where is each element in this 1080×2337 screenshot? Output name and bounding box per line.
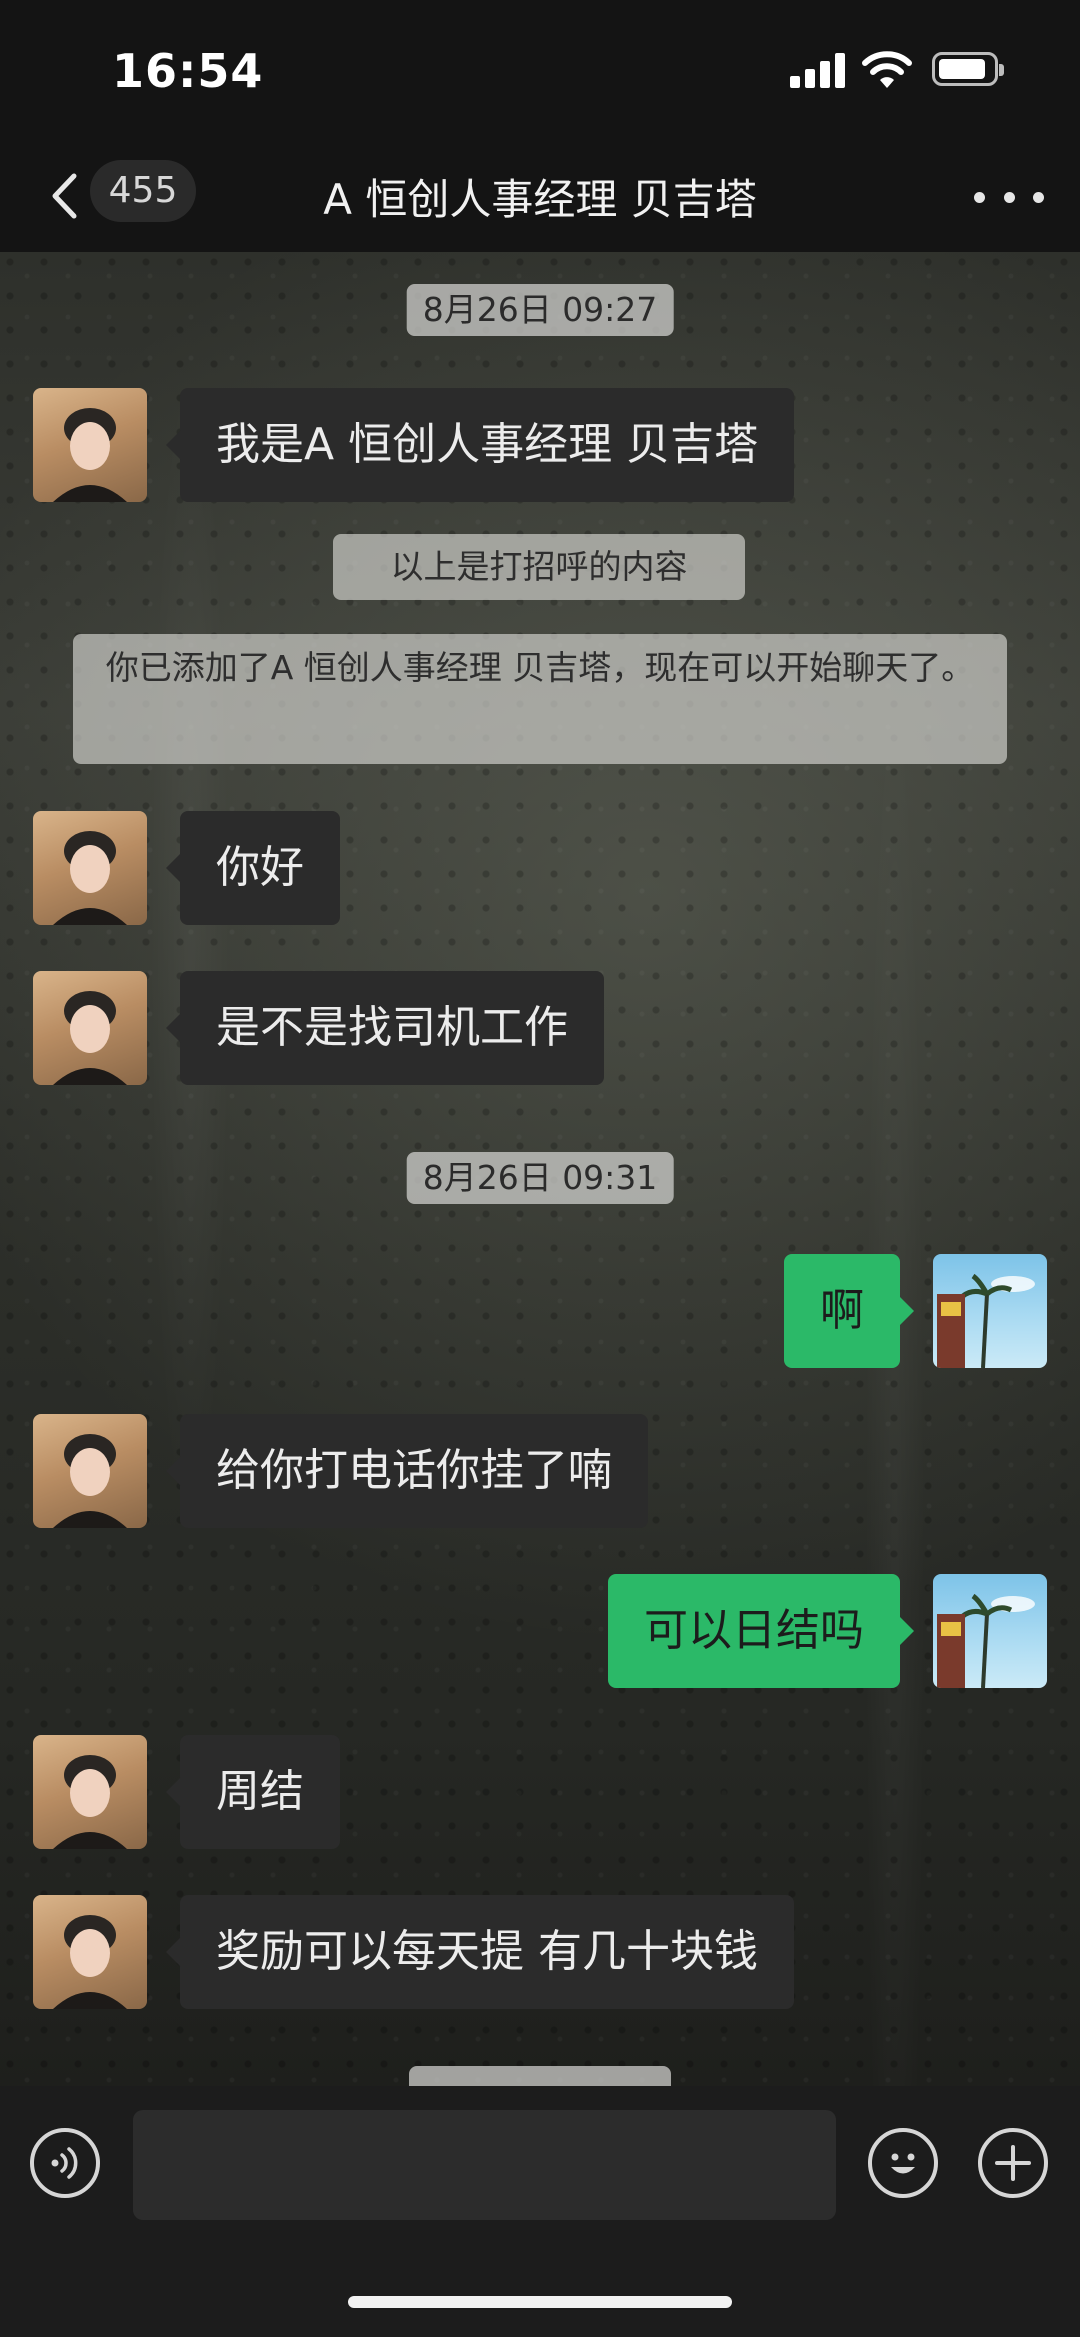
contact-avatar[interactable] bbox=[33, 811, 147, 925]
contact-avatar[interactable] bbox=[33, 388, 147, 502]
message-bubble-incoming[interactable]: 是不是找司机工作 bbox=[166, 971, 604, 1085]
plus-icon[interactable] bbox=[978, 2128, 1048, 2198]
status-bar: 16:54 bbox=[0, 0, 1080, 140]
signal-icon bbox=[790, 52, 846, 88]
my-avatar[interactable] bbox=[933, 1254, 1047, 1368]
timestamp-pill: 8月26日 09:27 bbox=[406, 284, 674, 336]
timestamp-pill: 8月26日 09:31 bbox=[406, 1152, 674, 1204]
chat-message-list[interactable]: 8月26日 09:27 我是A 恒创人事经理 贝吉塔 以上是打招呼的内容 你已添… bbox=[0, 252, 1080, 2086]
more-options-icon[interactable] bbox=[974, 172, 1044, 222]
timestamp-pill-clipped bbox=[409, 2066, 671, 2086]
status-time: 16:54 bbox=[112, 44, 264, 98]
wifi-icon bbox=[862, 51, 912, 88]
voice-icon[interactable] bbox=[30, 2128, 100, 2198]
contact-avatar[interactable] bbox=[33, 1735, 147, 1849]
system-note: 你已添加了A 恒创人事经理 贝吉塔，现在可以开始聊天了。 bbox=[73, 634, 1007, 764]
message-bubble-outgoing[interactable]: 可以日结吗 bbox=[608, 1574, 914, 1688]
message-bubble-incoming[interactable]: 周结 bbox=[166, 1735, 340, 1849]
chat-header: 455 A 恒创人事经理 贝吉塔 bbox=[0, 140, 1080, 252]
emoji-icon[interactable] bbox=[868, 2128, 938, 2198]
back-arrow-icon[interactable] bbox=[36, 168, 92, 224]
contact-avatar[interactable] bbox=[33, 1414, 147, 1528]
message-bubble-incoming[interactable]: 你好 bbox=[166, 811, 340, 925]
message-bubble-outgoing[interactable]: 啊 bbox=[784, 1254, 914, 1368]
unread-count-badge[interactable]: 455 bbox=[90, 160, 196, 222]
message-bubble-incoming[interactable]: 给你打电话你挂了喃 bbox=[166, 1414, 648, 1528]
message-bubble-incoming[interactable]: 奖励可以每天提 有几十块钱 bbox=[166, 1895, 794, 2009]
message-bubble-incoming[interactable]: 我是A 恒创人事经理 贝吉塔 bbox=[165, 388, 795, 502]
contact-avatar[interactable] bbox=[33, 1895, 147, 2009]
chat-title: A 恒创人事经理 贝吉塔 bbox=[323, 175, 757, 224]
contact-avatar[interactable] bbox=[33, 971, 147, 1085]
message-input[interactable] bbox=[133, 2110, 836, 2220]
system-note: 以上是打招呼的内容 bbox=[333, 534, 745, 600]
battery-icon bbox=[932, 52, 1004, 86]
home-indicator[interactable] bbox=[348, 2296, 732, 2308]
my-avatar[interactable] bbox=[933, 1574, 1047, 1688]
